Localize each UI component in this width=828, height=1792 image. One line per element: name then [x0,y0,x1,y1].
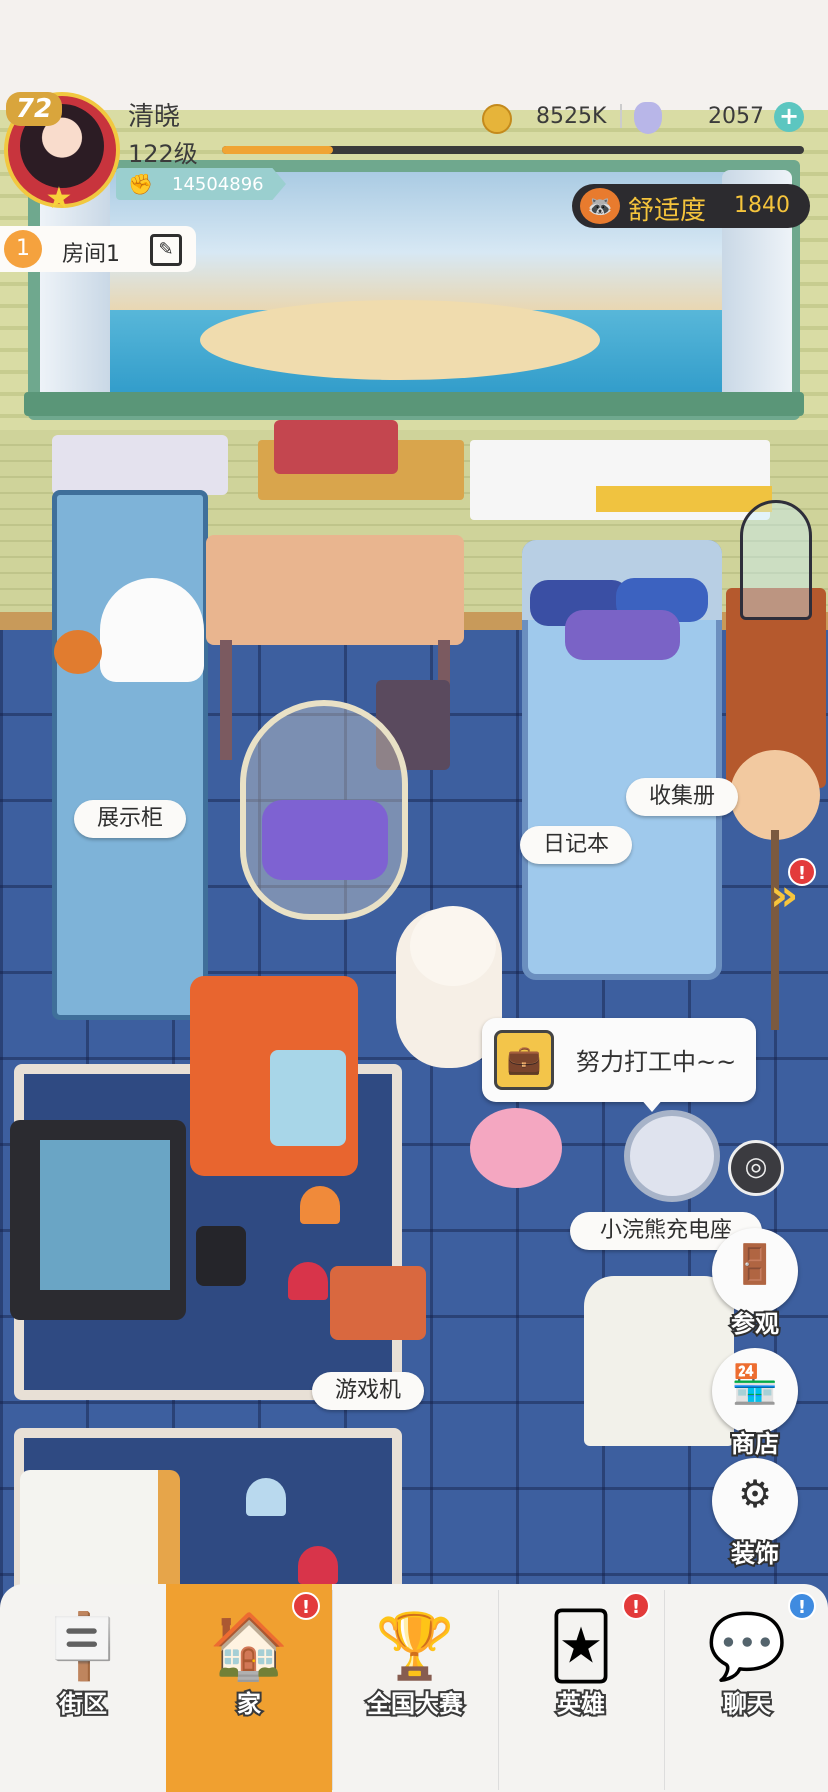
heroes-alert-badge: ! [622,1592,650,1620]
exp-progress-bar [222,146,804,154]
pillow [565,610,680,660]
comfort-badge[interactable]: 🦝 舒适度 1840 [572,184,810,228]
add-currency-button[interactable]: + [774,102,804,132]
shop-button[interactable]: 🏪 商店 [712,1348,798,1460]
visit-label: 参观 [729,1308,781,1340]
pumpkin-decoration [54,630,102,674]
tab-label: 全国大赛 [365,1688,465,1720]
hide-ui-eye-icon[interactable]: ◎ [728,1140,784,1196]
air-conditioner [52,435,228,495]
chat-alert-badge: ! [788,1592,816,1620]
floor-lamp [730,750,820,840]
gear-icon: ⚙ [737,1472,773,1516]
tab-label: 家 [235,1688,263,1720]
gem-balance: 2057 [708,104,764,129]
birdcage [740,500,812,620]
hanging-chair-cushion [262,800,388,880]
player-name: 清晓 [128,102,181,132]
display-cabinet-label[interactable]: 展示柜 [74,800,186,838]
player-level-text: 122级 [128,140,198,168]
room-number: 1 [4,230,42,268]
coin-balance: 8525K [536,104,607,129]
tab-label: 英雄 [555,1688,607,1720]
speaker [196,1226,246,1286]
top-bar-background [0,0,828,110]
comfort-label: 舒适度 [628,196,707,226]
desk[interactable] [206,535,464,645]
tab-label: 街区 [57,1688,109,1720]
game-console[interactable] [330,1266,426,1340]
comfort-value: 1840 [734,193,790,218]
shop-label: 商店 [729,1428,781,1460]
play-tent [584,1276,734,1446]
decorate-button[interactable]: ⚙ 装饰 [712,1458,798,1570]
fist-icon: ✊ [128,172,153,196]
pixel-ghost-decal [298,1546,338,1584]
beach-sand [200,300,600,380]
ghost-plush [100,578,204,682]
player-level-badge: 72 [6,92,62,126]
display-cabinet[interactable] [52,490,208,1020]
shop-icon: 🏪 [731,1362,779,1406]
edit-icon[interactable]: ✎ [150,234,182,266]
room-selector[interactable]: 1 房间1 ✎ [0,226,196,272]
currency-divider [620,104,622,128]
alert-badge: ! [788,858,816,886]
robot-vacuum[interactable] [624,1110,720,1202]
power-value: 14504896 [172,174,264,195]
window-sill [24,392,804,416]
briefcase-icon: 💼 [494,1030,554,1090]
tab-district[interactable]: 🪧 街区 [0,1584,166,1792]
home-room-screen: 72 ★ 清晓 122级 ✊ 14504896 8525K 2057 + 🦝 舒… [0,0,828,1792]
counter-stripe [596,486,772,512]
power-badge: ✊ 14504896 [116,168,286,200]
star-icon: ★ [45,181,73,216]
coin-icon [482,104,512,134]
lamp-pole [771,830,779,1030]
door-icon: 🚪 [731,1242,779,1286]
gem-icon [634,102,662,134]
teddy-bear-head [410,906,496,986]
tab-label: 聊天 [721,1688,773,1720]
game-console-label[interactable]: 游戏机 [312,1372,424,1410]
exp-progress-fill [222,146,333,154]
diary-label[interactable]: 日记本 [520,826,632,864]
home-alert-badge: ! [292,1592,320,1620]
work-status-text: 努力打工中~~ [576,1048,737,1076]
raccoon-icon: 🦝 [580,188,620,224]
pixel-ghost-decal [300,1186,340,1224]
flat-tv-screen [40,1140,170,1290]
collection-book-label[interactable]: 收集册 [626,778,738,816]
retro-tv-screen [270,1050,346,1146]
speech-tail [640,1098,664,1112]
pink-pouf [470,1108,562,1188]
signpost-icon: 🪧 [43,1610,123,1684]
trophy-icon: 🏆 [375,1610,455,1684]
visit-button[interactable]: 🚪 参观 [712,1228,798,1340]
boombox[interactable] [274,420,398,474]
room-name: 房间1 [62,242,120,267]
pixel-ghost-decal [246,1478,286,1516]
pixel-ghost-decal [288,1262,328,1300]
decorate-label: 装饰 [729,1538,781,1570]
work-status-bubble[interactable]: 💼 努力打工中~~ [482,1018,756,1102]
tab-national-contest[interactable]: 🏆 全国大赛 [332,1584,498,1792]
